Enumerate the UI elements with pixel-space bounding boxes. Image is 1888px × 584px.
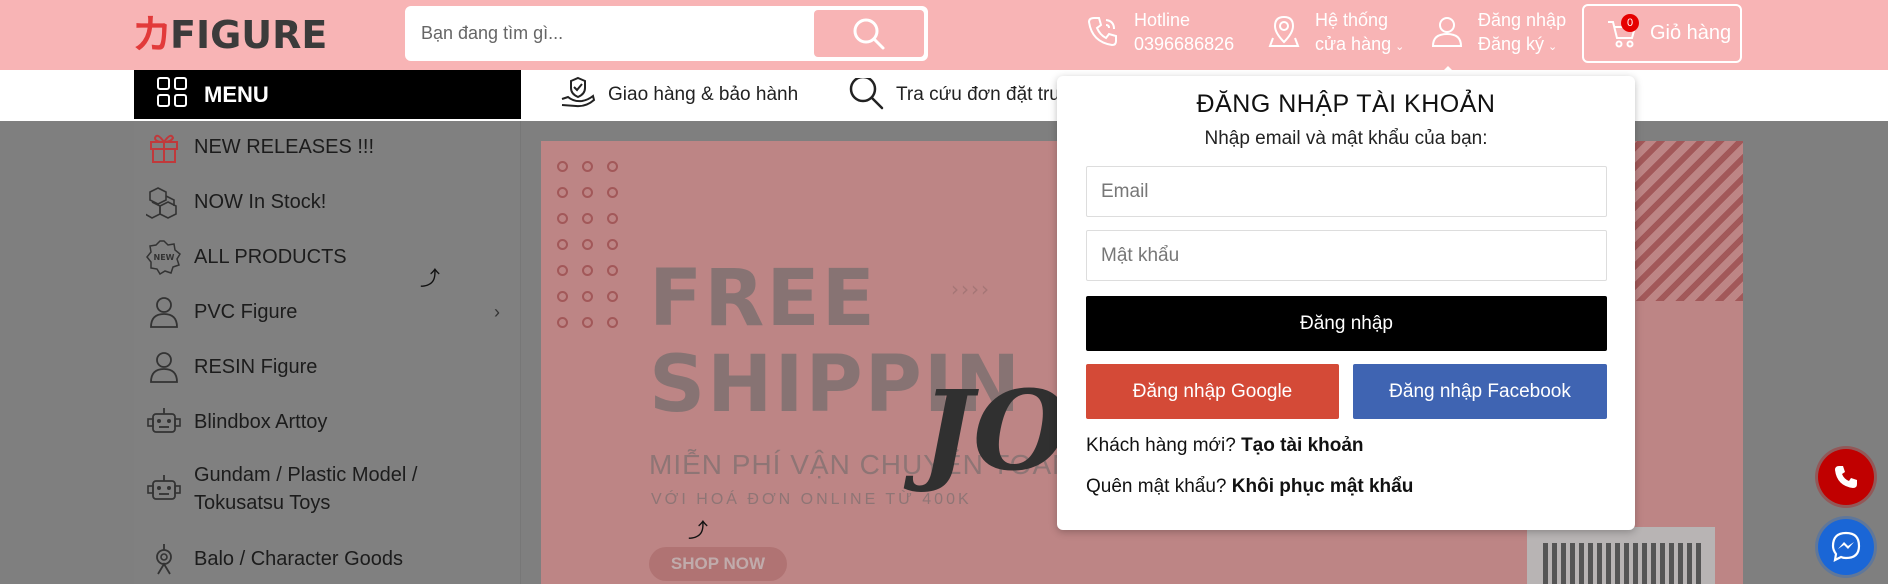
- sidebar-item-balo[interactable]: Balo / Character Goods: [146, 541, 516, 577]
- stores-line1: Hệ thống: [1315, 10, 1389, 30]
- shipping-warranty-link[interactable]: Giao hàng & bảo hành: [560, 75, 799, 115]
- sidebar-item-label: Balo / Character Goods: [194, 548, 403, 570]
- popup-subtitle: Nhập email và mật khẩu của bạn:: [1204, 128, 1488, 149]
- robot-icon: [146, 471, 182, 507]
- menu-button[interactable]: MENU: [134, 70, 521, 119]
- new-customer-line: Khách hàng mới? Tạo tài khoản: [1086, 435, 1364, 457]
- gift-icon: [146, 129, 182, 165]
- arrows-decoration: ››››: [951, 277, 991, 301]
- password-field[interactable]: [1086, 230, 1607, 281]
- person-icon: [146, 349, 182, 385]
- messenger-icon: [1831, 531, 1861, 562]
- sidebar-item-label: Gundam / Plastic Model / Tokusatsu Toys: [194, 464, 418, 514]
- hotline-number: 0396686826: [1134, 34, 1235, 54]
- stripe-decoration: [1633, 141, 1743, 301]
- store-system-menu[interactable]: Hệ thống cửa hàng ⌄: [1267, 8, 1404, 59]
- sidebar-item-gundam[interactable]: Gundam / Plastic Model / Tokusatsu Toys: [146, 461, 516, 517]
- google-login-button[interactable]: Đăng nhập Google: [1086, 364, 1339, 419]
- sidebar-item-label: Blindbox Arttoy: [194, 411, 328, 433]
- email-field[interactable]: [1086, 166, 1607, 217]
- lamp-icon: [146, 541, 182, 577]
- shop-now-button[interactable]: SHOP NOW: [649, 547, 787, 581]
- robot-icon: [146, 404, 182, 440]
- phone-icon: [1835, 466, 1857, 488]
- cart-count-badge: 0: [1621, 14, 1639, 32]
- cart-label: Giỏ hàng: [1650, 22, 1732, 44]
- call-float-button[interactable]: [1818, 449, 1874, 505]
- new-badge-icon: NEW: [146, 239, 182, 275]
- facebook-login-button[interactable]: Đăng nhập Facebook: [1353, 364, 1607, 419]
- sidebar-item-resin-figure[interactable]: RESIN Figure: [146, 349, 516, 385]
- messenger-float-button[interactable]: [1818, 519, 1874, 575]
- search-button[interactable]: [814, 10, 924, 57]
- cursor-icon: ⤴: [420, 266, 440, 290]
- site-header: カ FIGURE Hotline 0396686826 Hệ thống cửa…: [0, 0, 1888, 70]
- login-link[interactable]: Đăng nhập: [1478, 8, 1566, 32]
- logo[interactable]: カ FIGURE: [132, 14, 327, 56]
- hand-shield-icon: [560, 75, 596, 115]
- user-icon: [1430, 14, 1464, 54]
- sidebar-item-all-products[interactable]: NEW ALL PRODUCTS: [146, 239, 516, 275]
- sidebar-item-in-stock[interactable]: NOW In Stock!: [146, 184, 516, 220]
- order-tracking-link[interactable]: Tra cứu đơn đặt trước: [848, 78, 1058, 112]
- popup-title: ĐĂNG NHẬP TÀI KHOẢN: [1196, 90, 1496, 118]
- tracking-label: Tra cứu đơn đặt trước: [896, 84, 1058, 105]
- sidebar-item-label: RESIN Figure: [194, 356, 318, 378]
- shipping-label: Giao hàng & bảo hành: [608, 84, 799, 105]
- chevron-right-icon[interactable]: ›: [494, 298, 500, 326]
- chevron-down-icon: ⌄: [1548, 41, 1558, 53]
- logo-text: FIGURE: [170, 13, 328, 57]
- sidebar-item-new-releases[interactable]: NEW RELEASES !!!: [146, 129, 516, 165]
- forgot-prefix: Quên mật khẩu?: [1086, 476, 1227, 497]
- sidebar-item-label: NOW In Stock!: [194, 191, 327, 213]
- search-input[interactable]: [421, 8, 811, 59]
- stores-line2: cửa hàng: [1315, 34, 1392, 54]
- search-box: [405, 6, 928, 61]
- cursor-icon: ⤴: [688, 518, 708, 542]
- login-button[interactable]: Đăng nhập: [1086, 296, 1607, 351]
- search-icon: [848, 78, 884, 112]
- qr-code: [1527, 527, 1715, 584]
- register-link[interactable]: Đăng ký: [1478, 34, 1544, 54]
- hotline[interactable]: Hotline 0396686826: [1086, 8, 1234, 56]
- hotline-label: Hotline: [1134, 10, 1191, 30]
- search-icon: [853, 18, 885, 49]
- sidebar-item-label: ALL PRODUCTS: [194, 246, 347, 268]
- account-menu[interactable]: Đăng nhập Đăng ký ⌄: [1430, 8, 1566, 59]
- person-icon: [146, 294, 182, 330]
- chevron-down-icon: ⌄: [1395, 41, 1405, 53]
- sidebar-item-label: PVC Figure: [194, 301, 298, 323]
- sidebar-item-label: NEW RELEASES !!!: [194, 136, 375, 158]
- map-pin-icon: [1267, 14, 1301, 54]
- forgot-password-line: Quên mật khẩu? Khôi phục mật khẩu: [1086, 476, 1413, 498]
- logo-mark: カ: [132, 12, 172, 58]
- boxes-icon: [146, 184, 182, 220]
- login-popup: ĐĂNG NHẬP TÀI KHOẢN Nhập email và mật kh…: [1057, 76, 1635, 530]
- new-customer-prefix: Khách hàng mới?: [1086, 435, 1236, 456]
- cart-button[interactable]: 0 Giỏ hàng: [1582, 4, 1742, 63]
- banner-overlay-text: JO: [921, 366, 1069, 495]
- grid-icon: [156, 76, 188, 114]
- menu-label: MENU: [204, 81, 269, 107]
- category-sidebar: NEW RELEASES !!! NOW In Stock! NEW ALL P…: [134, 121, 521, 584]
- phone-icon: [1086, 14, 1120, 54]
- sidebar-item-pvc-figure[interactable]: PVC Figure ›: [146, 294, 516, 330]
- svg-text:NEW: NEW: [154, 253, 175, 262]
- sidebar-item-blindbox[interactable]: Blindbox Arttoy: [146, 404, 516, 440]
- recover-password-link[interactable]: Khôi phục mật khẩu: [1232, 476, 1414, 497]
- create-account-link[interactable]: Tạo tài khoản: [1241, 435, 1363, 456]
